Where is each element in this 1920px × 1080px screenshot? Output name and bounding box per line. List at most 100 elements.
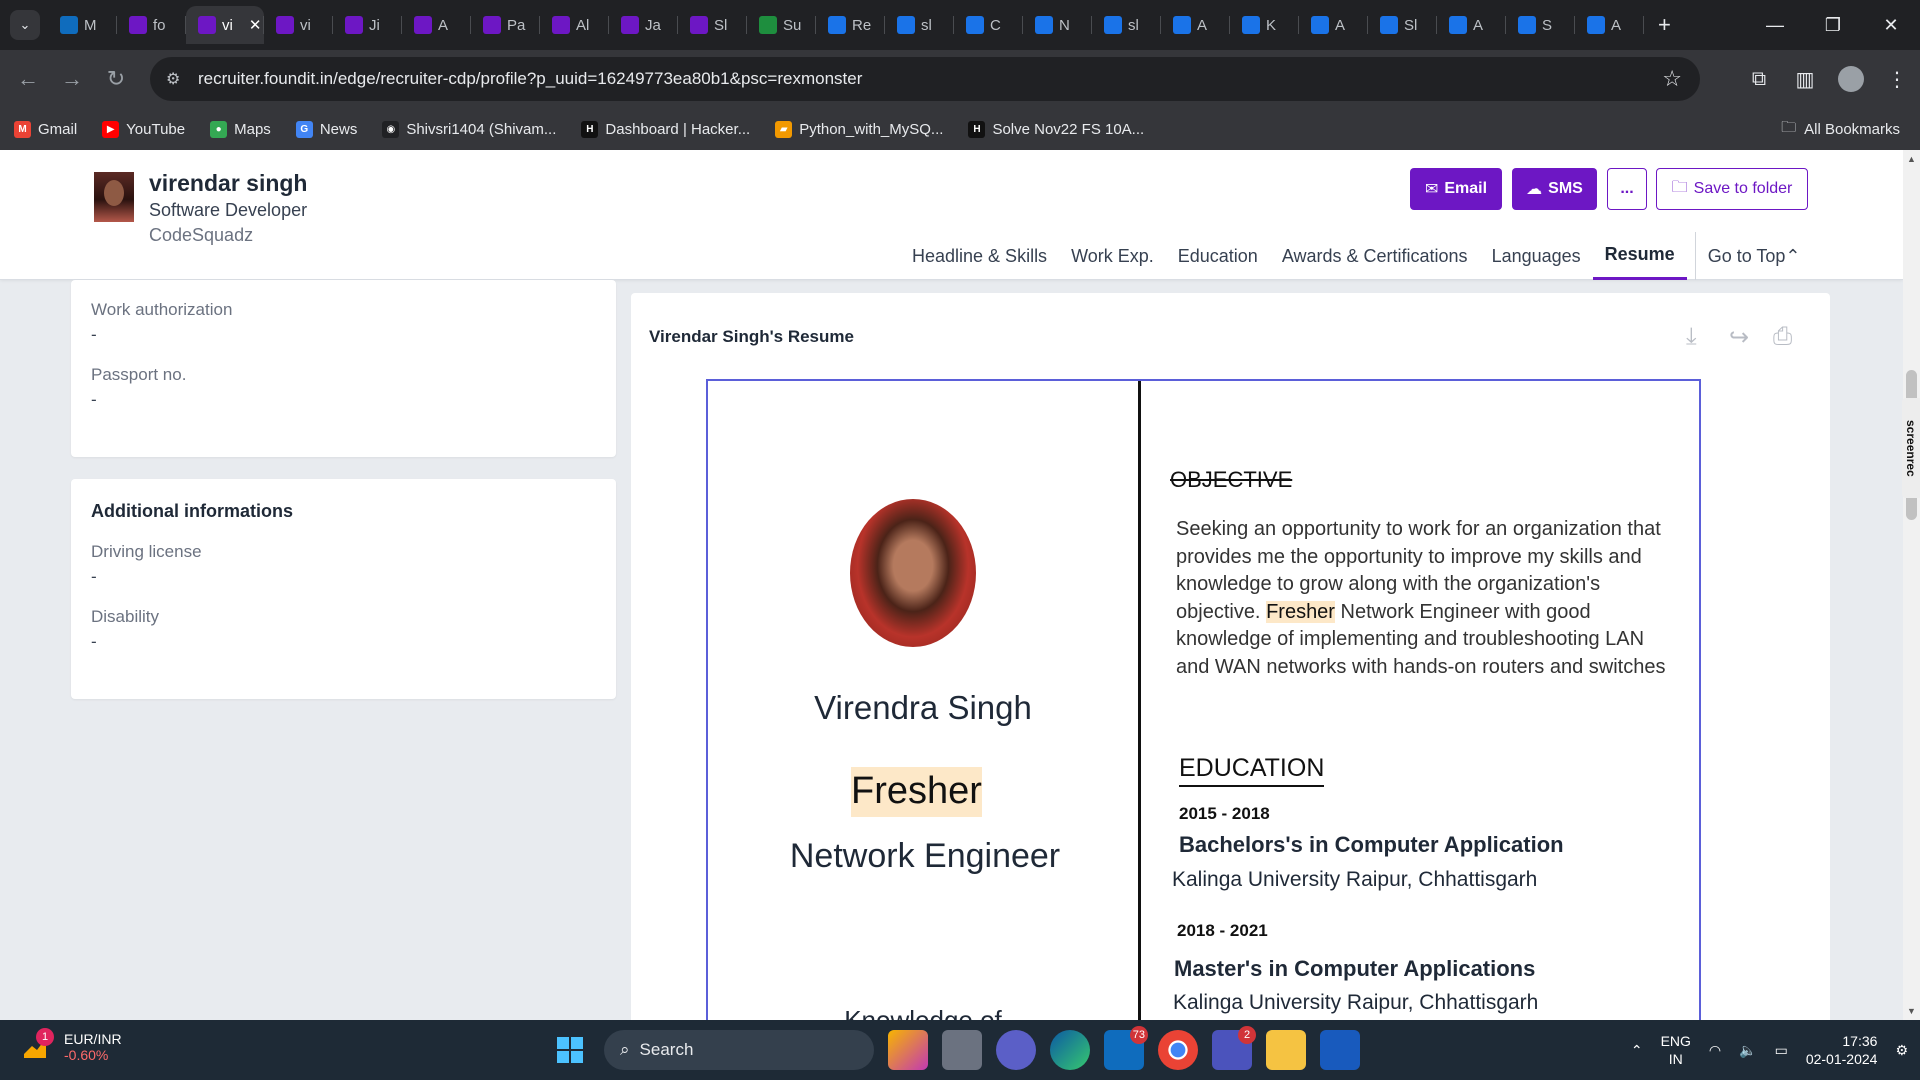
forward-button[interactable]: → xyxy=(50,57,94,101)
clock[interactable]: 17:36 02-01-2024 xyxy=(1806,1032,1878,1068)
bookmark-item[interactable]: ● Maps xyxy=(210,120,271,138)
bookmark-item[interactable]: ▶ YouTube xyxy=(102,120,185,138)
chat-meet-icon[interactable] xyxy=(996,1030,1036,1070)
browser-tab[interactable]: Su xyxy=(747,6,816,44)
browser-tab[interactable]: A xyxy=(1299,6,1368,44)
more-actions-button[interactable]: ... xyxy=(1607,168,1647,210)
close-window-button[interactable]: ✕ xyxy=(1862,0,1920,50)
bookmark-item[interactable]: M Gmail xyxy=(14,120,77,138)
task-view-icon[interactable] xyxy=(942,1030,982,1070)
mail-app-icon[interactable]: 73 xyxy=(1104,1026,1148,1070)
nav-tab[interactable]: Resume xyxy=(1592,232,1687,280)
mail-badge: 73 xyxy=(1129,1026,1148,1044)
tray-chevron-icon[interactable]: ⌃ xyxy=(1631,1042,1643,1059)
print-icon[interactable]: ⎙ xyxy=(1773,323,1792,351)
bookmark-item[interactable]: H Dashboard | Hacker... xyxy=(581,120,750,138)
word-icon[interactable] xyxy=(1320,1030,1360,1070)
nav-tab[interactable]: Go to Top ⌃ xyxy=(1694,232,1813,280)
nav-tab[interactable]: Headline & Skills xyxy=(900,232,1059,280)
browser-tab[interactable]: vi xyxy=(264,6,333,44)
browser-tab[interactable]: N xyxy=(1023,6,1092,44)
browser-tab[interactable]: sl xyxy=(885,6,954,44)
education-university: Kalinga University Raipur, Chhattisgarh xyxy=(1173,991,1539,1014)
browser-tab[interactable]: A xyxy=(402,6,471,44)
email-button[interactable]: ✉ Email xyxy=(1410,168,1502,210)
download-icon[interactable]: ⤓ xyxy=(1686,323,1697,351)
sms-button[interactable]: ☁ SMS xyxy=(1512,168,1597,210)
tab-label: sl xyxy=(1128,16,1139,34)
folder-doc-icon: ▰ xyxy=(775,120,793,138)
candidate-name: virendar singh xyxy=(149,170,308,196)
browser-tab[interactable]: A xyxy=(1437,6,1506,44)
browser-tab[interactable]: S xyxy=(1506,6,1575,44)
teams-icon[interactable]: 2 xyxy=(1212,1026,1256,1070)
save-to-folder-button[interactable]: 🗀 Save to folder xyxy=(1656,168,1808,210)
share-icon[interactable]: ↪ xyxy=(1729,323,1749,352)
notification-icon[interactable]: ⚙ xyxy=(1895,1042,1908,1059)
tab-favicon-icon xyxy=(276,16,294,34)
browser-tab[interactable]: sl xyxy=(1092,6,1161,44)
minimize-button[interactable]: — xyxy=(1746,0,1804,50)
browser-tab[interactable]: Sl xyxy=(678,6,747,44)
browser-tab[interactable]: vi ✕ xyxy=(186,6,264,44)
maps-icon: ● xyxy=(210,120,228,138)
profile-avatar[interactable] xyxy=(1828,56,1874,102)
browser-tab[interactable]: Re xyxy=(816,6,885,44)
tab-favicon-icon xyxy=(60,16,78,34)
browser-tab[interactable]: fo xyxy=(117,6,186,44)
browser-tab[interactable]: C xyxy=(954,6,1023,44)
menu-kebab-icon[interactable]: ⋮ xyxy=(1874,56,1920,102)
nav-tab[interactable]: Languages xyxy=(1480,232,1593,280)
back-button[interactable]: ← xyxy=(6,57,50,101)
bookmark-item[interactable]: ◉ Shivsri1404 (Shivam... xyxy=(382,120,556,138)
browser-tab[interactable]: Al xyxy=(540,6,609,44)
browser-tab[interactable]: M xyxy=(48,6,117,44)
address-bar[interactable]: ⚙ recruiter.foundit.in/edge/recruiter-cd… xyxy=(150,57,1700,101)
browser-tab[interactable]: Ja xyxy=(609,6,678,44)
tab-search-button[interactable]: ⌄ xyxy=(10,10,40,40)
tab-label: A xyxy=(438,16,449,34)
side-panel-icon[interactable]: ▥ xyxy=(1782,56,1828,102)
bookmark-item[interactable]: G News xyxy=(295,120,357,138)
browser-tab[interactable]: Pa xyxy=(471,6,540,44)
all-bookmarks-button[interactable]: 🗀 All Bookmarks xyxy=(1781,108,1900,150)
windows-start-icon[interactable] xyxy=(550,1030,590,1070)
bookmark-label: Python_with_MySQ... xyxy=(799,120,944,138)
browser-tab[interactable]: A xyxy=(1575,6,1644,44)
bookmark-item[interactable]: ▰ Python_with_MySQ... xyxy=(775,120,944,138)
browser-tab[interactable]: A xyxy=(1161,6,1230,44)
screenrec-widget[interactable]: screenrec xyxy=(1902,398,1920,498)
page-scrollbar[interactable]: ▲ ▼ xyxy=(1903,150,1920,1020)
tab-favicon-icon xyxy=(690,16,708,34)
nav-tab[interactable]: Awards & Certifications xyxy=(1270,232,1480,280)
email-button-label: Email xyxy=(1444,180,1488,197)
browser-tab[interactable]: Sl xyxy=(1368,6,1437,44)
battery-icon[interactable]: ▭ xyxy=(1775,1042,1788,1059)
new-tab-button[interactable]: + xyxy=(1658,12,1671,38)
chrome-icon[interactable] xyxy=(1158,1030,1198,1070)
chevron-up-icon: ⌃ xyxy=(1785,245,1801,266)
copilot-icon[interactable] xyxy=(888,1030,928,1070)
taskbar-search[interactable]: ⌕ Search xyxy=(604,1030,874,1070)
wifi-icon[interactable]: ◠ xyxy=(1709,1042,1721,1059)
bookmark-star-icon[interactable]: ☆ xyxy=(1662,66,1682,92)
file-explorer-icon[interactable] xyxy=(1266,1030,1306,1070)
bookmark-item[interactable]: H Solve Nov22 FS 10A... xyxy=(968,120,1144,138)
edge-browser-icon[interactable] xyxy=(1050,1030,1090,1070)
nav-tab[interactable]: Education xyxy=(1166,232,1270,280)
volume-icon[interactable]: 🔈 xyxy=(1739,1042,1756,1059)
restore-button[interactable]: ❐ xyxy=(1804,0,1862,50)
browser-tab[interactable]: K xyxy=(1230,6,1299,44)
site-settings-icon[interactable]: ⚙ xyxy=(166,69,180,89)
stock-widget[interactable]: 1 EUR/INR -0.60% xyxy=(20,1028,122,1064)
scroll-down-arrow[interactable]: ▼ xyxy=(1907,1006,1916,1016)
candidate-role: Software Developer xyxy=(149,200,308,220)
reload-button[interactable]: ↻ xyxy=(94,57,138,101)
close-tab-icon[interactable]: ✕ xyxy=(249,16,262,34)
browser-tab[interactable]: Ji xyxy=(333,6,402,44)
nav-tab[interactable]: Work Exp. xyxy=(1059,232,1166,280)
tab-strip: ⌄ Mfo vi ✕ vi Ji A Pa Al Ja Sl Su Re sl C Nsl A K A Sl A S A … xyxy=(0,0,1920,50)
scroll-up-arrow[interactable]: ▲ xyxy=(1907,154,1916,164)
extensions-icon[interactable]: ⧉ xyxy=(1736,56,1782,102)
language-indicator[interactable]: ENG IN xyxy=(1661,1032,1691,1068)
